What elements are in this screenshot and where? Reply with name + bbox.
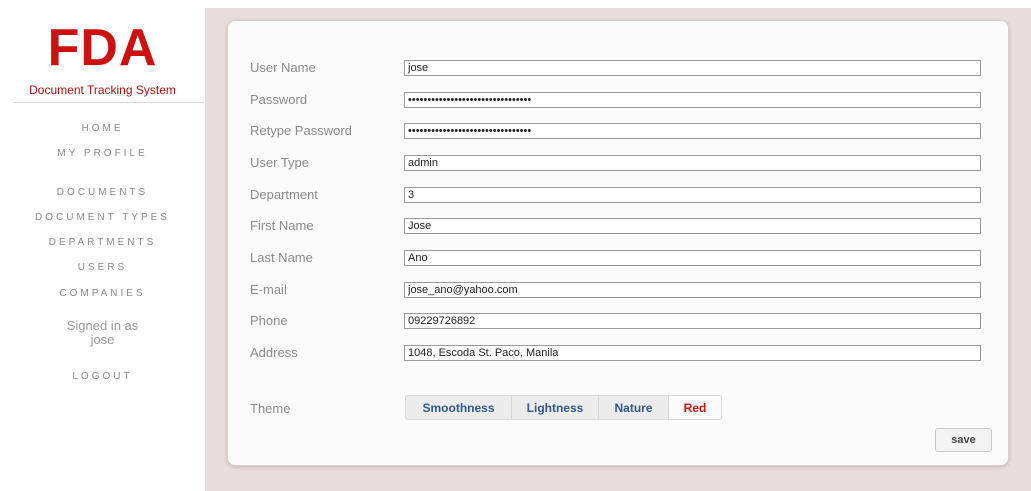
signed-in-label: Signed in as [66,318,139,333]
theme-lightness-button[interactable]: Lightness [512,396,599,419]
theme-red-button[interactable]: Red [669,396,721,419]
user-type-input[interactable] [404,155,981,171]
save-button[interactable]: save [935,428,992,452]
first-name-input[interactable] [404,218,981,234]
password-input[interactable] [404,92,981,108]
theme-smoothness-button[interactable]: Smoothness [406,396,512,419]
last-name-label: Last Name [250,250,313,265]
last-name-input[interactable] [404,250,981,266]
retype-password-label: Retype Password [250,123,352,138]
nav-my-profile[interactable]: MY PROFILE [0,148,205,159]
retype-password-input[interactable] [404,123,981,139]
nav-document-types[interactable]: DOCUMENT TYPES [0,212,205,223]
email-label: E-mail [250,282,287,297]
nav-logout[interactable]: LOGOUT [0,371,205,382]
theme-nature-button[interactable]: Nature [599,396,669,419]
username-input[interactable] [404,60,981,76]
nav-departments[interactable]: DEPARTMENTS [0,237,205,248]
signed-in-username: jose [90,332,115,347]
theme-selector: Smoothness Lightness Nature Red [405,395,722,420]
phone-label: Phone [250,313,288,328]
email-input[interactable] [404,282,981,298]
app-subtitle: Document Tracking System [29,83,176,97]
user-form-panel: User Name Password Retype Password User … [227,20,1009,466]
username-label: User Name [250,60,316,75]
nav-documents[interactable]: DOCUMENTS [0,187,205,198]
nav-home[interactable]: HOME [0,123,205,134]
logo: FDA [47,19,158,77]
department-input[interactable] [404,187,981,203]
department-label: Department [250,187,318,202]
user-type-label: User Type [250,155,310,170]
signed-in-status: Signed in as jose [0,319,205,347]
nav-users[interactable]: USERS [0,262,205,273]
address-label: Address [250,345,298,360]
sidebar: FDA Document Tracking System HOME MY PRO… [0,0,205,491]
nav-companies[interactable]: COMPANIES [0,288,205,299]
sidebar-divider [14,102,204,103]
phone-input[interactable] [404,313,981,329]
password-label: Password [250,92,308,107]
first-name-label: First Name [250,218,314,233]
address-input[interactable] [404,345,981,361]
theme-label: Theme [250,401,291,416]
